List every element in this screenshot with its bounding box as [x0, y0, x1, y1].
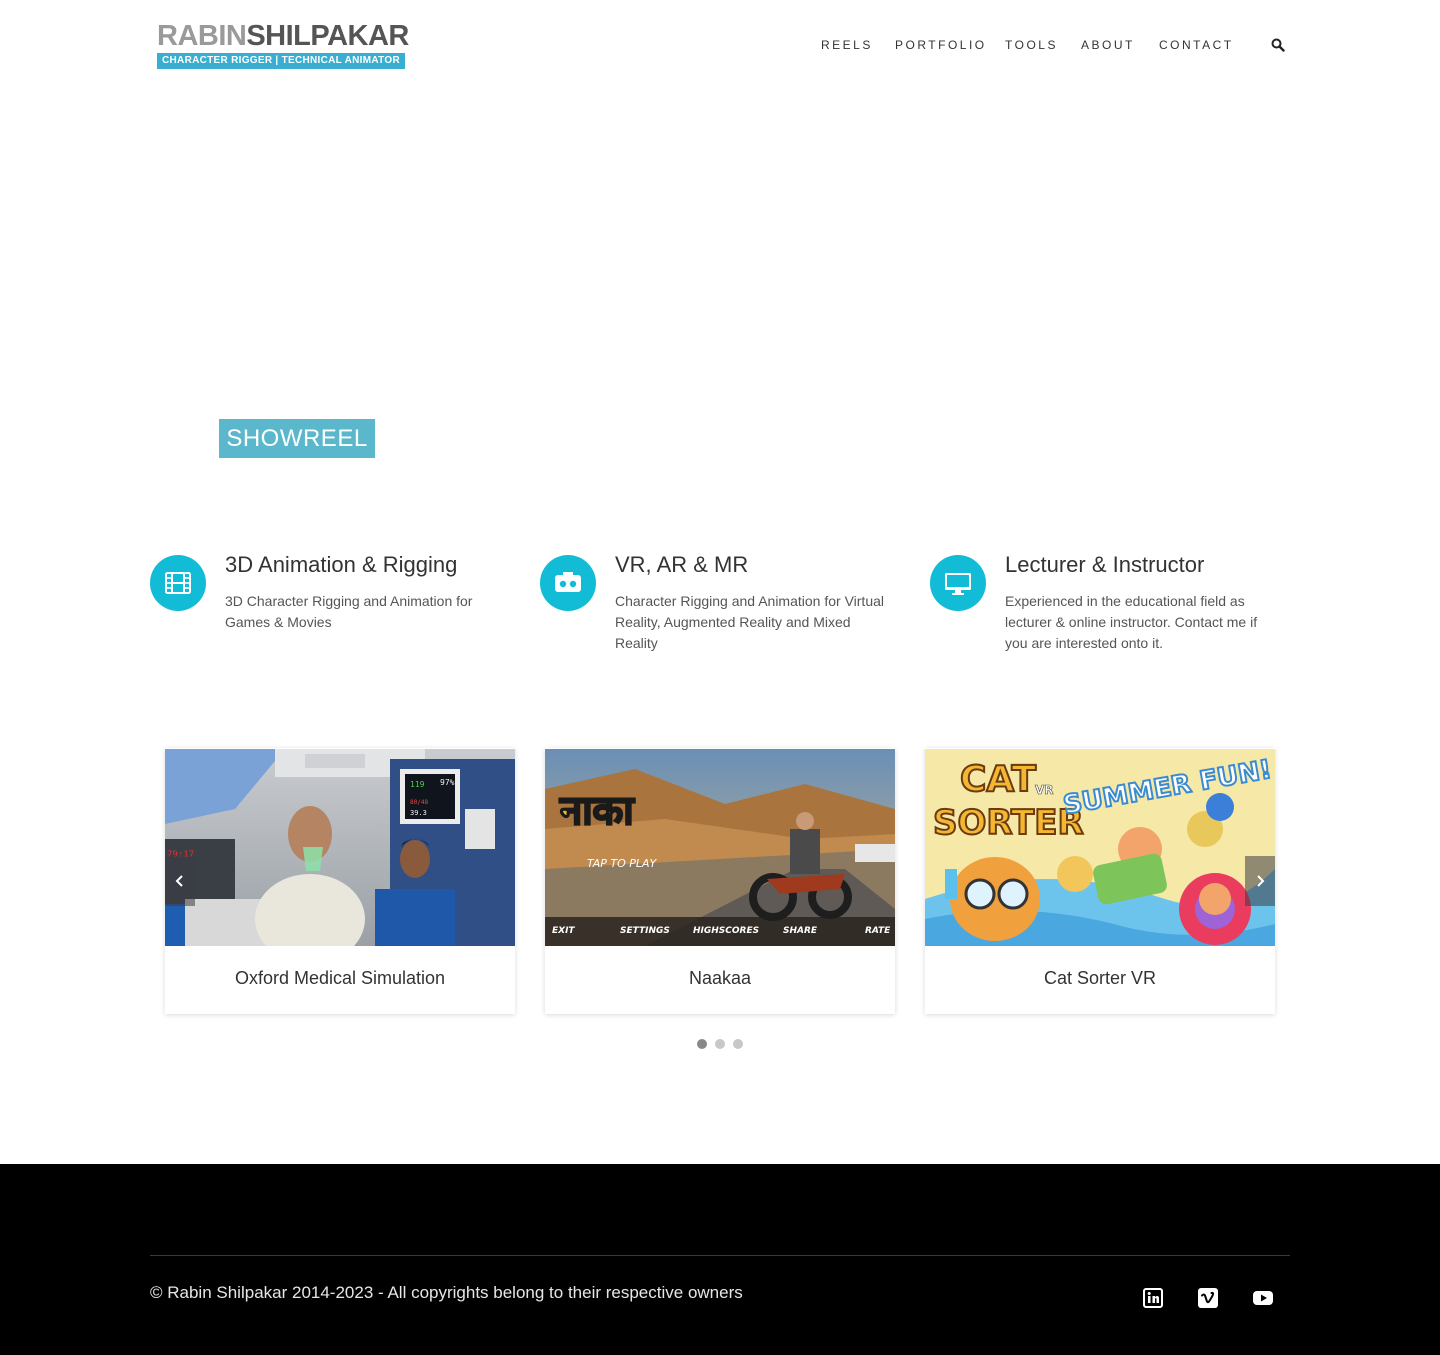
nav-item-reels[interactable]: REELS [821, 36, 873, 54]
feature-title: 3D Animation & Rigging [225, 552, 458, 577]
feature-description: Character Rigging and Animation for Virt… [615, 593, 885, 651]
cat-sorter-logo-word: SORTER [933, 803, 1084, 843]
film-icon [150, 555, 206, 611]
site-footer: © Rabin Shilpakar 2014-2023 - All copyri… [0, 1164, 1440, 1355]
vr-headset-icon [540, 555, 596, 611]
carousel-dot[interactable] [715, 1039, 725, 1049]
vimeo-icon[interactable] [1198, 1288, 1218, 1308]
chevron-left-icon [175, 875, 183, 887]
card-title: Oxford Medical Simulation [234, 968, 446, 988]
carousel-dot[interactable] [733, 1039, 743, 1049]
naakaa-game-thumbnail: नाका TAP TO PLAY EXIT SETTINGS HIGHSCORE… [545, 749, 895, 946]
tap-to-play-text: TAP TO PLAY [587, 857, 658, 870]
logo-tagline: CHARACTER RIGGER | TECHNICAL ANIMATOR [157, 53, 405, 69]
copyright-text: © Rabin Shilpakar 2014-2023 - All copyri… [150, 1283, 743, 1302]
portfolio-card-catsorter[interactable]: CAT SORTER VR SUMMER FUN! Cat Sorter VR [925, 748, 1275, 1014]
svg-text:97%: 97% [440, 778, 455, 787]
portfolio-card-naakaa[interactable]: नाका TAP TO PLAY EXIT SETTINGS HIGHSCORE… [545, 748, 895, 1014]
nav-item-portfolio[interactable]: PORTFOLIO [895, 36, 987, 54]
portfolio-carousel: 119 97% 80/48 39.3 79:17 Oxford Medical … [165, 748, 1275, 1016]
carousel-next-button[interactable] [1245, 856, 1275, 906]
cat-sorter-logo-word: CAT [960, 759, 1036, 800]
card-title: Naakaa [688, 968, 752, 988]
main-nav: REELS PORTFOLIO TOOLS ABOUT CONTACT [0, 36, 1440, 54]
svg-text:119: 119 [410, 780, 425, 789]
feature-lecturer: Lecturer & Instructor Experienced in the… [930, 554, 1290, 664]
cat-sorter-vr-thumbnail: CAT SORTER VR SUMMER FUN! [925, 749, 1275, 946]
game-menu-item: SETTINGS [620, 926, 670, 936]
svg-text:39.3: 39.3 [410, 809, 427, 817]
feature-title: VR, AR & MR [615, 552, 749, 577]
monitor-icon [930, 555, 986, 611]
game-menu-item: EXIT [552, 926, 575, 936]
game-title: नाका [559, 788, 635, 834]
chevron-right-icon [1257, 875, 1265, 887]
game-menu-item: RATE [865, 926, 891, 936]
game-menu-item: SHARE [783, 926, 818, 936]
site-header: RABINSHILPAKAR CHARACTER RIGGER | TECHNI… [0, 0, 1440, 90]
svg-text:80/48: 80/48 [410, 799, 428, 806]
feature-vr-ar-mr: VR, AR & MR Character Rigging and Animat… [540, 554, 900, 664]
nav-item-tools[interactable]: TOOLS [1005, 36, 1058, 54]
feature-description: Experienced in the educational field as … [1005, 593, 1258, 651]
carousel-prev-button[interactable] [165, 856, 195, 906]
youtube-icon[interactable] [1253, 1288, 1273, 1308]
search-icon[interactable] [1271, 38, 1285, 52]
medical-simulation-thumbnail: 119 97% 80/48 39.3 79:17 [165, 749, 515, 946]
nav-item-about[interactable]: ABOUT [1081, 36, 1135, 54]
card-title: Cat Sorter VR [1043, 968, 1157, 988]
cat-sorter-logo-word: VR [1035, 783, 1054, 797]
carousel-pagination [0, 1039, 1440, 1049]
showreel-button[interactable]: SHOWREEL [219, 419, 375, 458]
portfolio-card-oxford[interactable]: 119 97% 80/48 39.3 79:17 Oxford Medical … [165, 748, 515, 1014]
linkedin-icon[interactable] [1143, 1288, 1163, 1308]
nav-item-contact[interactable]: CONTACT [1159, 36, 1234, 54]
carousel-dot[interactable] [697, 1039, 707, 1049]
footer-divider [150, 1255, 1290, 1256]
feature-title: Lecturer & Instructor [1005, 552, 1205, 577]
feature-description: 3D Character Rigging and Animation for G… [225, 593, 473, 630]
feature-animation-rigging: 3D Animation & Rigging 3D Character Rigg… [150, 554, 510, 664]
game-menu-item: HIGHSCORES [693, 926, 759, 936]
